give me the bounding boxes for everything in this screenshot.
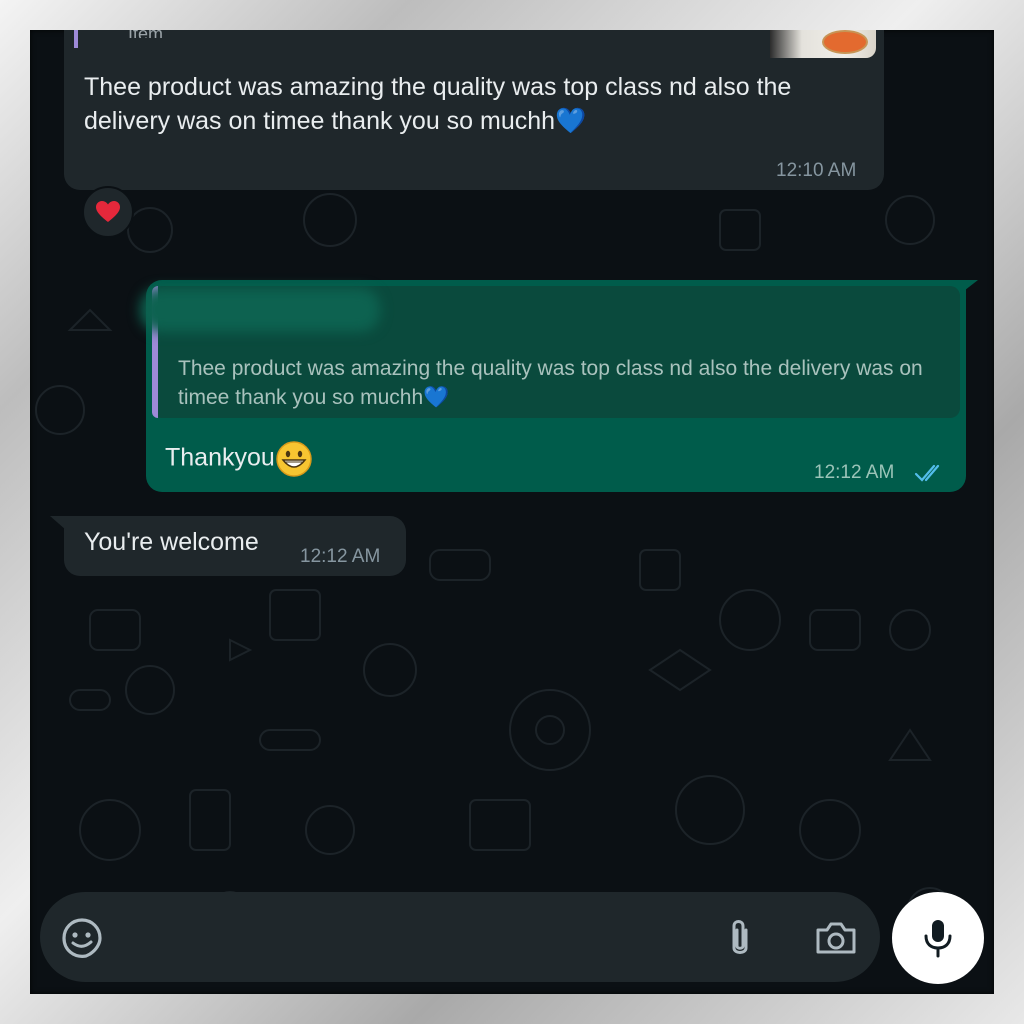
bubble-tail — [50, 516, 66, 530]
message-timestamp: 12:12 AM — [300, 546, 381, 567]
product-thumbnail[interactable] — [770, 30, 876, 58]
quote-bar — [74, 30, 78, 48]
message-text: Thee product was amazing the quality was… — [84, 73, 792, 135]
camera-icon[interactable] — [814, 918, 858, 958]
heart-reaction-icon[interactable] — [82, 186, 134, 238]
chat-screen: Item Thee product was amazing the qualit… — [30, 30, 994, 994]
quoted-item-label: Item — [128, 30, 248, 38]
read-double-tick-icon — [914, 464, 940, 482]
bubble-tail — [960, 280, 978, 294]
mic-button[interactable] — [892, 892, 984, 984]
grinning-emoji-icon — [276, 441, 312, 477]
sticker-icon[interactable] — [60, 916, 104, 960]
message-timestamp: 12:12 AM — [814, 462, 895, 483]
outgoing-message-text-row: Thankyou — [165, 440, 313, 478]
heart-icon — [96, 201, 120, 222]
blurred-sender-name — [140, 288, 380, 332]
quoted-message-text: Thee product was amazing the quality was… — [178, 357, 923, 409]
message-timestamp: 12:10 AM — [776, 160, 857, 181]
attach-icon[interactable] — [722, 916, 758, 960]
message-text: Thankyou — [165, 443, 275, 472]
mic-icon — [924, 920, 952, 958]
message-input[interactable] — [120, 902, 704, 974]
message-text: You're welcome — [84, 528, 259, 556]
